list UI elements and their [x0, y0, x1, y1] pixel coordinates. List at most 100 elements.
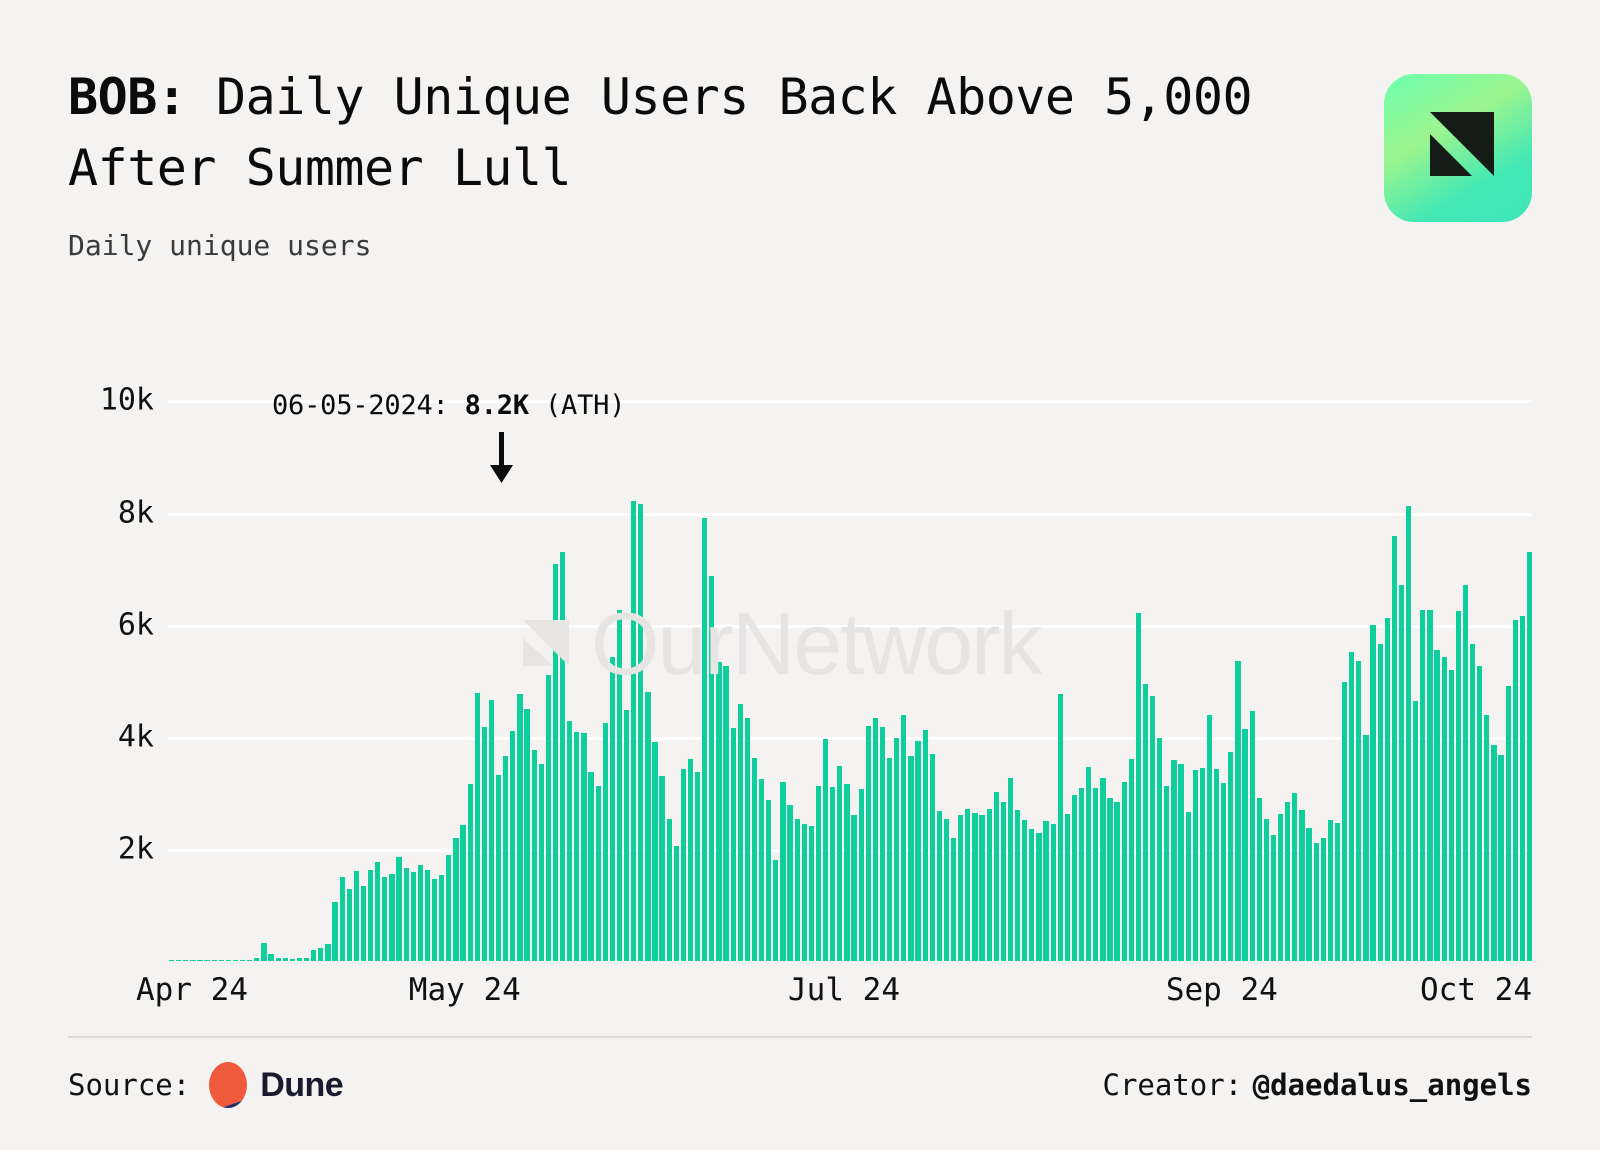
bar — [1384, 617, 1390, 961]
bar — [1256, 798, 1262, 961]
bar — [1221, 782, 1227, 961]
bar — [1071, 795, 1078, 961]
creator-label: Creator: — [1102, 1068, 1243, 1102]
bar — [1427, 610, 1433, 961]
bar — [197, 960, 203, 961]
bar — [1469, 643, 1476, 961]
chart-card: BOB: Daily Unique Users Back Above 5,000… — [0, 0, 1600, 1150]
bar — [304, 958, 310, 961]
bar — [1206, 715, 1213, 961]
bar — [232, 960, 239, 961]
bar — [1036, 833, 1042, 961]
bar — [716, 661, 722, 961]
bar — [908, 755, 914, 961]
page-subtitle: Daily unique users — [68, 229, 372, 262]
bar — [517, 694, 523, 961]
bar — [794, 818, 800, 961]
bar — [289, 958, 296, 961]
bar — [958, 815, 964, 961]
ath-annotation: 06-05-2024: 8.2K (ATH) — [272, 390, 625, 421]
bar — [844, 783, 850, 961]
bar — [1377, 643, 1383, 961]
bar — [1014, 809, 1021, 961]
x-axis-tick-label: Apr 24 — [136, 972, 248, 1008]
bar — [751, 758, 758, 961]
bar — [865, 725, 871, 961]
bar — [552, 564, 559, 961]
bar — [225, 960, 232, 961]
bar — [574, 732, 580, 961]
bar — [950, 837, 957, 961]
ournetwork-logo-icon — [1384, 74, 1532, 222]
bar — [467, 784, 473, 961]
y-axis-tick-label: 2k — [117, 831, 154, 867]
x-axis-tick-label: Sep 24 — [1165, 972, 1278, 1008]
bar — [588, 771, 594, 961]
bar — [851, 815, 857, 961]
bar — [211, 960, 217, 961]
bar — [879, 726, 886, 961]
bar — [709, 576, 715, 961]
header: BOB: Daily Unique Users Back Above 5,000… — [68, 62, 1532, 262]
bar — [1157, 737, 1163, 961]
bar — [609, 657, 615, 961]
page-title-rest: Daily Unique Users Back Above 5,000 Afte… — [68, 68, 1282, 197]
bar — [1121, 781, 1127, 961]
bar — [801, 823, 807, 961]
bar — [567, 721, 573, 961]
bar — [460, 825, 466, 961]
bar — [666, 818, 672, 961]
page-title: BOB: Daily Unique Users Back Above 5,000… — [68, 62, 1308, 204]
bar — [368, 870, 374, 961]
bar — [631, 501, 637, 961]
bar — [1434, 650, 1440, 961]
bar — [886, 758, 893, 961]
bar — [218, 960, 224, 961]
bar — [965, 808, 971, 961]
bar — [183, 960, 189, 961]
bar — [1214, 769, 1220, 961]
bar — [1064, 814, 1070, 961]
chart-area: 2k 4k 6k 8k 10k Apr 24 May 24 Jul 24 Sep 24 Oct … — [68, 360, 1533, 1020]
x-axis-ticks: Apr 24 May 24 Jul 24 Sep 24 Oct 24 — [136, 972, 1532, 1016]
bar — [787, 805, 793, 961]
bar — [261, 943, 267, 961]
bar — [410, 872, 416, 961]
bar — [659, 776, 665, 961]
bar — [1150, 696, 1156, 961]
bar — [538, 763, 544, 961]
bar — [254, 957, 260, 961]
bar — [695, 771, 701, 961]
bar — [1313, 843, 1319, 961]
bar — [1462, 585, 1469, 961]
bar — [1441, 657, 1447, 961]
bar — [1192, 770, 1198, 961]
x-axis-tick-label: May 24 — [408, 972, 521, 1008]
bar — [1029, 829, 1035, 961]
source-name: Dune — [260, 1065, 344, 1104]
bar — [993, 791, 999, 961]
bar — [638, 503, 644, 961]
bar — [1299, 809, 1305, 961]
bar — [581, 733, 587, 961]
bar — [332, 901, 338, 961]
plot-region: 2k 4k 6k 8k 10k — [100, 378, 1533, 961]
bar — [1448, 669, 1454, 961]
dune-logo-icon — [209, 1062, 248, 1108]
bar — [702, 518, 708, 961]
bar — [680, 769, 687, 961]
bar — [1285, 801, 1291, 961]
bar — [439, 874, 445, 961]
bar — [1398, 585, 1405, 961]
bar — [268, 954, 274, 961]
bar — [730, 727, 736, 961]
x-axis-tick-label: Oct 24 — [1420, 972, 1532, 1008]
ath-annotation-tag: (ATH) — [544, 390, 626, 421]
bar — [943, 818, 950, 961]
bar — [1292, 792, 1298, 961]
bar — [503, 755, 509, 961]
bar — [360, 885, 367, 961]
bar — [1341, 681, 1348, 961]
bar — [737, 704, 743, 961]
bar — [894, 737, 900, 961]
